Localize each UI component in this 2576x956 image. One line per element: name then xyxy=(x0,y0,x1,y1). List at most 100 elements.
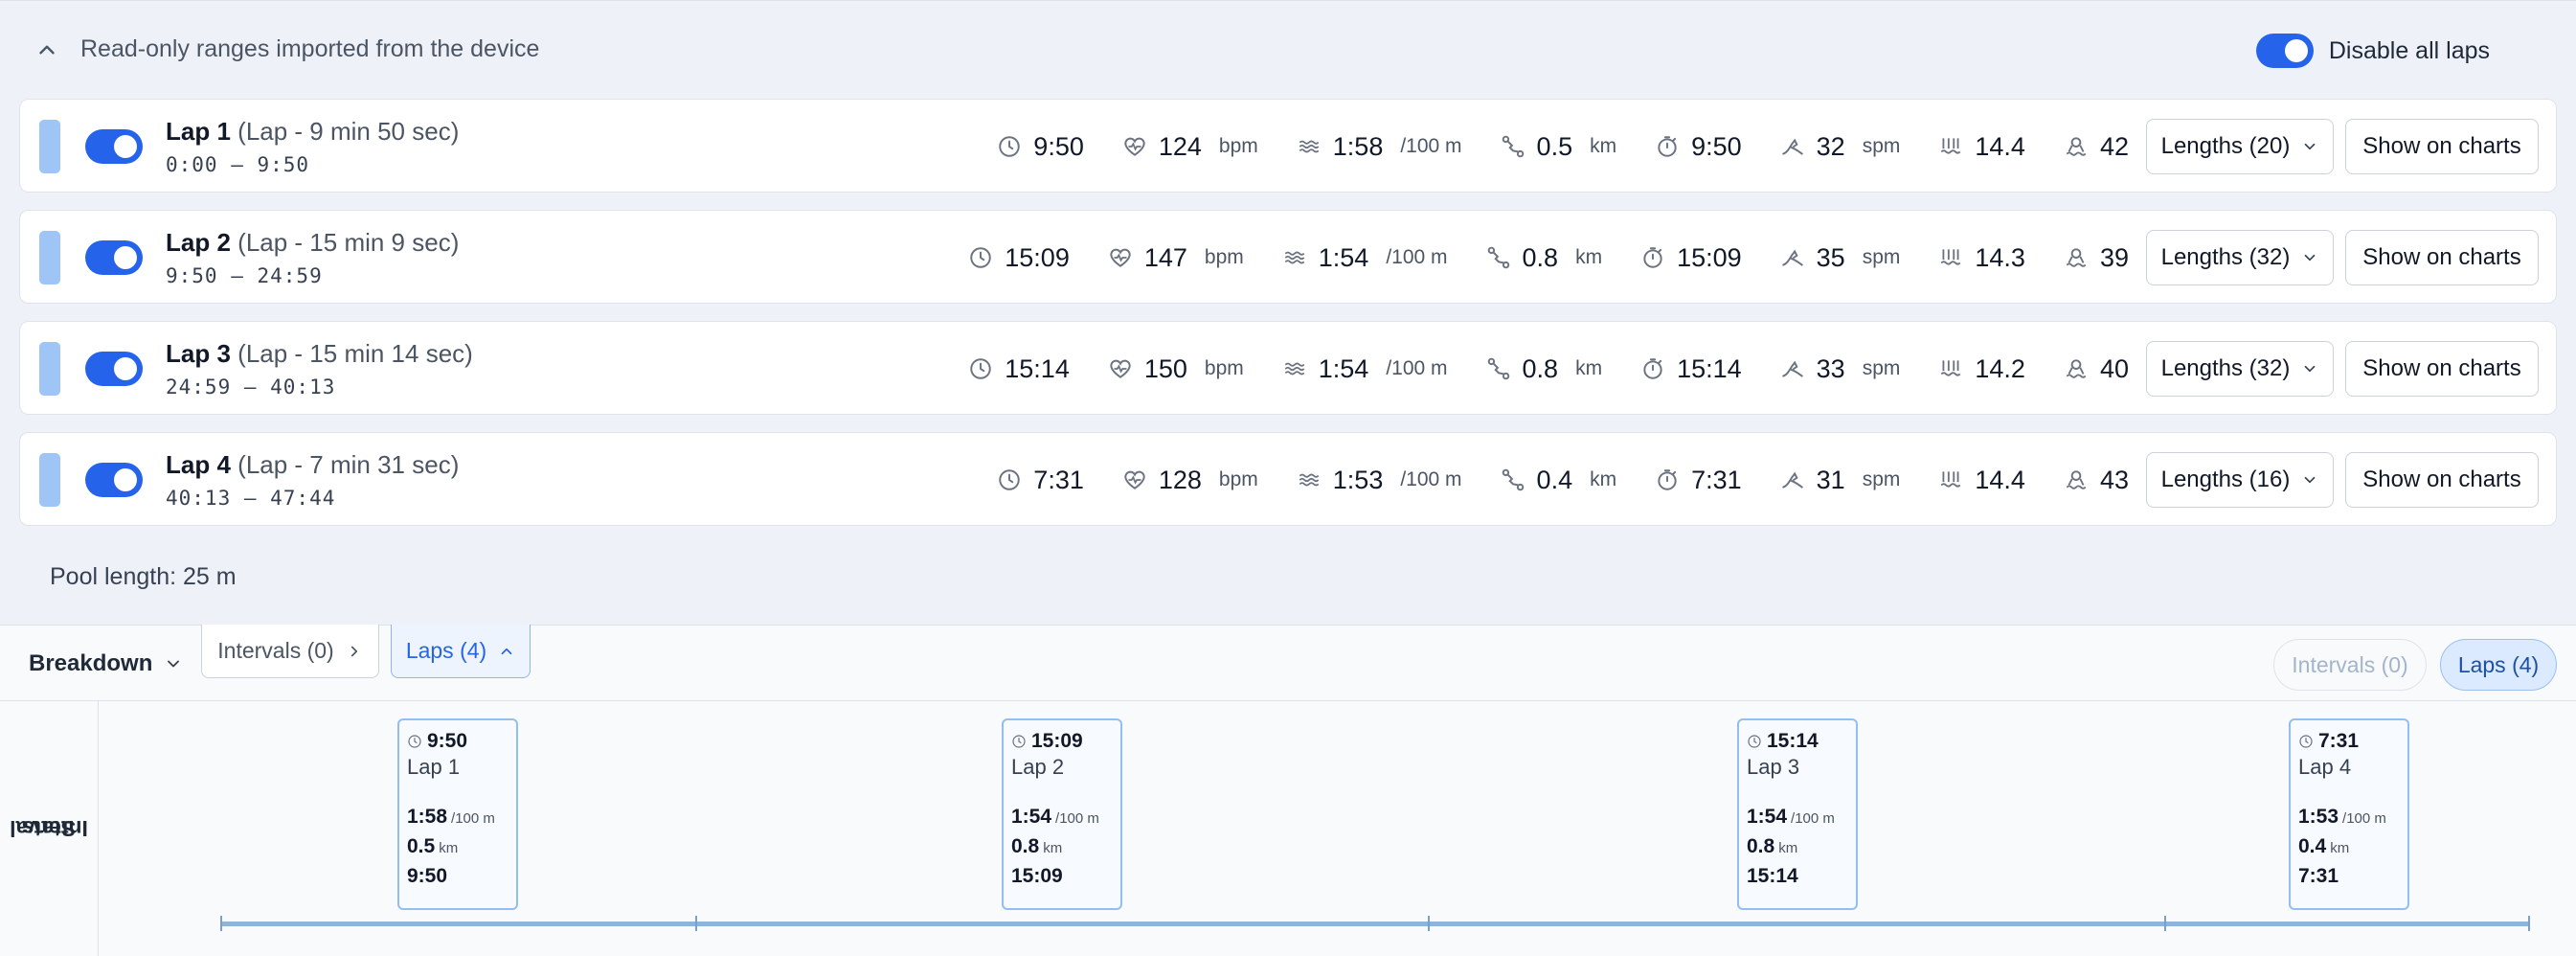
stroke-rate-icon xyxy=(1780,467,1805,492)
stat-stroke-rate: 31 spm xyxy=(1780,466,1900,495)
lap-stats: 9:50 124 bpm 1:58/100 m 0.5 km 9:50 32 spm … xyxy=(997,100,2129,193)
timeline-axis xyxy=(220,922,2530,926)
lap-range: 9:50 — 24:59 xyxy=(166,264,323,287)
breakdown-dropdown[interactable]: Breakdown xyxy=(29,650,183,677)
stat-distance: 0.4 km xyxy=(1501,466,1616,495)
stat-strokes: 43 xyxy=(2064,466,2129,495)
clock-icon xyxy=(997,467,1022,492)
lap-stats: 7:31 128 bpm 1:53/100 m 0.4 km 7:31 31 spm … xyxy=(997,433,2129,527)
interval-card-lap-4[interactable]: 7:31 Lap 4 1:53/100 m 0.4 km 7:31 xyxy=(2289,718,2409,910)
stat-heart-rate: 124 bpm xyxy=(1122,132,1258,162)
tab-laps[interactable]: Laps (4) xyxy=(391,625,531,678)
strokes-icon xyxy=(2064,467,2089,492)
clock-icon xyxy=(407,734,422,749)
lengths-dropdown-button[interactable]: Lengths (32) xyxy=(2146,230,2334,285)
timeline-tick xyxy=(1428,916,1430,931)
chevron-right-icon xyxy=(346,643,363,660)
lap-enable-toggle[interactable] xyxy=(85,240,143,275)
chevron-down-icon xyxy=(2301,138,2318,155)
show-on-charts-button[interactable]: Show on charts xyxy=(2345,452,2539,508)
show-on-charts-button[interactable]: Show on charts xyxy=(2345,230,2539,285)
lap-enable-toggle[interactable] xyxy=(85,463,143,497)
distance-route-icon xyxy=(1501,134,1525,159)
chevron-up-icon[interactable] xyxy=(34,37,59,62)
lap-title: Lap 1 (Lap - 9 min 50 sec) xyxy=(166,117,460,146)
tab-intervals[interactable]: Intervals (0) xyxy=(201,625,379,678)
stat-moving-time: 15:14 xyxy=(1640,354,1742,384)
stroke-rate-icon xyxy=(1780,245,1805,270)
distance-route-icon xyxy=(1486,245,1511,270)
lap-range: 0:00 — 9:50 xyxy=(166,153,310,176)
timeline-tick xyxy=(695,916,697,931)
interval-card-lap-2[interactable]: 15:09 Lap 2 1:54/100 m 0.8 km 15:09 xyxy=(1002,718,1122,910)
stat-pace: 1:53/100 m xyxy=(1297,466,1462,495)
lap-range: 24:59 — 40:13 xyxy=(166,376,336,398)
interval-card-lap-1[interactable]: 9:50 Lap 1 1:58/100 m 0.5 km 9:50 xyxy=(397,718,518,910)
stopwatch-icon xyxy=(1655,467,1680,492)
tab-laps-label: Laps (4) xyxy=(405,638,487,663)
imported-ranges-title: Read-only ranges imported from the devic… xyxy=(80,35,540,62)
lap-enable-toggle[interactable] xyxy=(85,129,143,164)
stat-pace: 1:54/100 m xyxy=(1282,354,1448,384)
stat-heart-rate: 147 bpm xyxy=(1108,243,1244,273)
lengths-dropdown-button[interactable]: Lengths (32) xyxy=(2146,341,2334,397)
chevron-up-icon xyxy=(498,643,515,660)
swolf-icon xyxy=(1938,356,1963,381)
pool-length: Pool length: 25 m xyxy=(50,563,237,590)
chevron-down-icon xyxy=(2301,249,2318,266)
lap-stats: 15:14 150 bpm 1:54/100 m 0.8 km 15:14 33 sp… xyxy=(968,322,2129,416)
stat-moving-time: 9:50 xyxy=(1655,132,1742,162)
stat-distance: 0.8 km xyxy=(1486,243,1602,273)
stat-heart-rate: 128 bpm xyxy=(1122,466,1258,495)
filter-pill-laps[interactable]: Laps (4) xyxy=(2440,639,2557,691)
filter-pill-intervals[interactable]: Intervals (0) xyxy=(2273,639,2427,691)
lengths-dropdown-button[interactable]: Lengths (20) xyxy=(2146,119,2334,174)
clock-icon xyxy=(968,356,993,381)
lap-row-2: Lap 2 (Lap - 15 min 9 sec) 9:50 — 24:59 … xyxy=(19,210,2557,304)
lap-row-1: Lap 1 (Lap - 9 min 50 sec) 0:00 — 9:50 9… xyxy=(19,99,2557,193)
lengths-dropdown-button[interactable]: Lengths (16) xyxy=(2146,452,2334,508)
stat-stroke-rate: 33 spm xyxy=(1780,354,1900,384)
interval-card-lap-3[interactable]: 15:14 Lap 3 1:54/100 m 0.8 km 15:14 xyxy=(1737,718,1858,910)
distance-route-icon xyxy=(1501,467,1525,492)
lap-enable-toggle[interactable] xyxy=(85,352,143,386)
swim-pace-icon xyxy=(1282,245,1307,270)
strokes-icon xyxy=(2064,245,2089,270)
breakdown-bar: Breakdown Intervals (0) Laps (4) Interva… xyxy=(0,625,2576,701)
clock-icon xyxy=(2298,734,2314,749)
clock-icon xyxy=(1747,734,1762,749)
swim-pace-icon xyxy=(1297,467,1322,492)
interval-stats-timeline: Interval Stats 9:50 Lap 1 1:58/100 m 0.5 k… xyxy=(0,701,2576,956)
heart-rate-icon xyxy=(1108,356,1133,381)
lap-color-bar xyxy=(39,453,60,507)
stat-strokes: 40 xyxy=(2064,354,2129,384)
stat-pace: 1:54/100 m xyxy=(1282,243,1448,273)
stopwatch-icon xyxy=(1655,134,1680,159)
stat-time: 15:14 xyxy=(968,354,1070,384)
lap-color-bar xyxy=(39,231,60,285)
disable-all-laps-label: Disable all laps xyxy=(2328,36,2490,64)
heart-rate-icon xyxy=(1122,134,1147,159)
disable-all-laps-toggle[interactable] xyxy=(2255,34,2314,68)
lap-range: 40:13 — 47:44 xyxy=(166,487,336,510)
lap-title: Lap 3 (Lap - 15 min 14 sec) xyxy=(166,339,473,368)
stat-strokes: 39 xyxy=(2064,243,2129,273)
swim-pace-icon xyxy=(1297,134,1322,159)
lap-title: Lap 2 (Lap - 15 min 9 sec) xyxy=(166,228,460,257)
stat-time: 7:31 xyxy=(997,466,1084,495)
stat-pace: 1:58/100 m xyxy=(1297,132,1462,162)
show-on-charts-button[interactable]: Show on charts xyxy=(2345,341,2539,397)
stopwatch-icon xyxy=(1640,245,1665,270)
show-on-charts-button[interactable]: Show on charts xyxy=(2345,119,2539,174)
stat-stroke-rate: 32 spm xyxy=(1780,132,1900,162)
stat-swolf: 14.4 xyxy=(1938,466,2025,495)
lap-color-bar xyxy=(39,342,60,396)
disable-all-laps[interactable]: Disable all laps xyxy=(2255,34,2490,68)
lap-row-3: Lap 3 (Lap - 15 min 14 sec) 24:59 — 40:1… xyxy=(19,321,2557,415)
imported-ranges-header[interactable]: Read-only ranges imported from the devic… xyxy=(34,35,539,63)
interval-stats-label: Interval Stats xyxy=(0,701,99,956)
stat-swolf: 14.3 xyxy=(1938,243,2025,273)
swolf-icon xyxy=(1938,467,1963,492)
chevron-down-icon xyxy=(2301,360,2318,377)
stat-heart-rate: 150 bpm xyxy=(1108,354,1244,384)
